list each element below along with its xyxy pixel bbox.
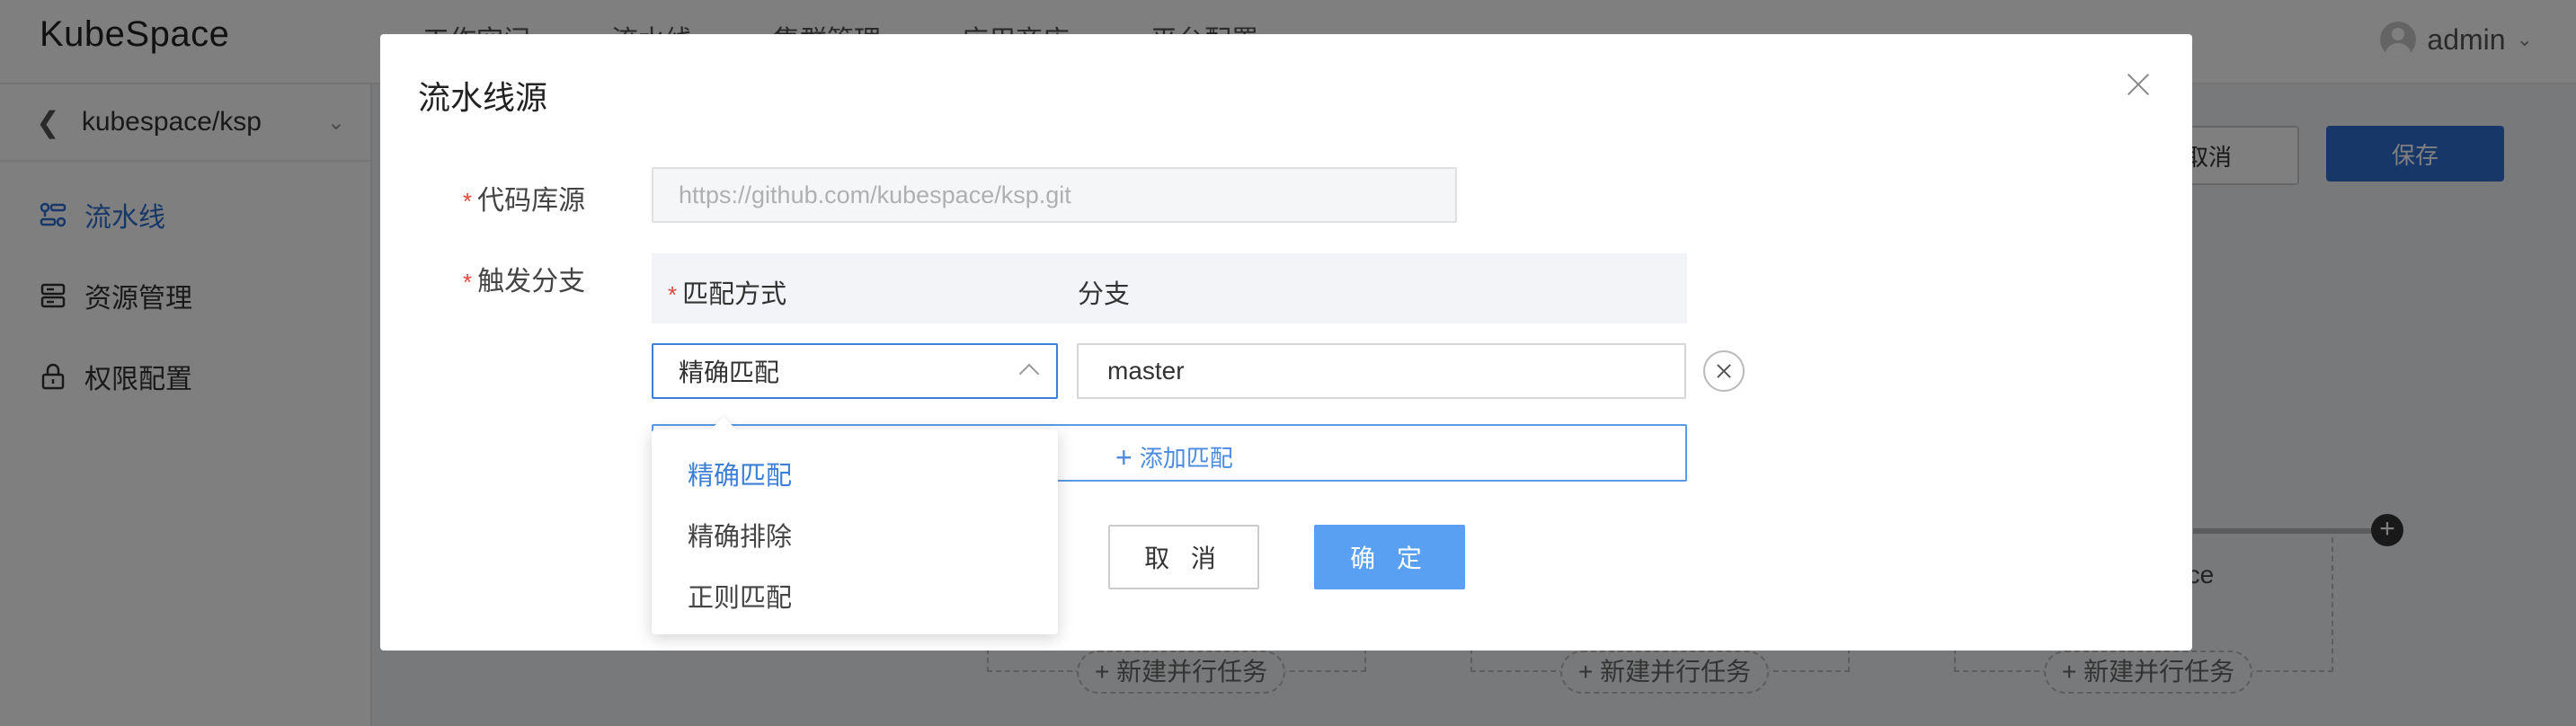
branch-name-input[interactable]: master xyxy=(1077,343,1686,399)
confirm-button[interactable]: 确 定 xyxy=(1314,525,1465,589)
cancel-button[interactable]: 取 消 xyxy=(1108,525,1259,589)
repo-url-field[interactable]: https://github.com/kubespace/ksp.git xyxy=(652,167,1457,223)
chevron-up-icon xyxy=(1018,363,1040,385)
branch-table-header: * 匹配方式 分支 xyxy=(652,253,1687,323)
dropdown-option-regex[interactable]: 正则匹配 xyxy=(688,577,792,615)
add-match-label: 添加匹配 xyxy=(1139,445,1233,472)
match-type-select[interactable]: 精确匹配 xyxy=(652,343,1058,399)
col-branch-header: 分支 xyxy=(1078,280,1131,309)
match-type-dropdown: 精确匹配 精确排除 正则匹配 xyxy=(652,429,1058,634)
required-mark: * xyxy=(463,188,473,215)
match-type-value: 精确匹配 xyxy=(679,359,780,386)
remove-row-button[interactable] xyxy=(1703,350,1745,392)
trigger-branch-label: * 触发分支 xyxy=(463,267,586,297)
required-mark: * xyxy=(463,269,473,296)
dropdown-option-exact[interactable]: 精确匹配 xyxy=(688,455,792,492)
plus-icon: + xyxy=(1115,440,1133,474)
repo-label: * 代码库源 xyxy=(463,186,586,216)
dialog-title: 流水线源 xyxy=(418,79,548,116)
close-icon[interactable] xyxy=(2120,66,2156,102)
dropdown-option-exclude[interactable]: 精确排除 xyxy=(688,516,792,553)
col-match-header: * 匹配方式 xyxy=(668,280,787,309)
